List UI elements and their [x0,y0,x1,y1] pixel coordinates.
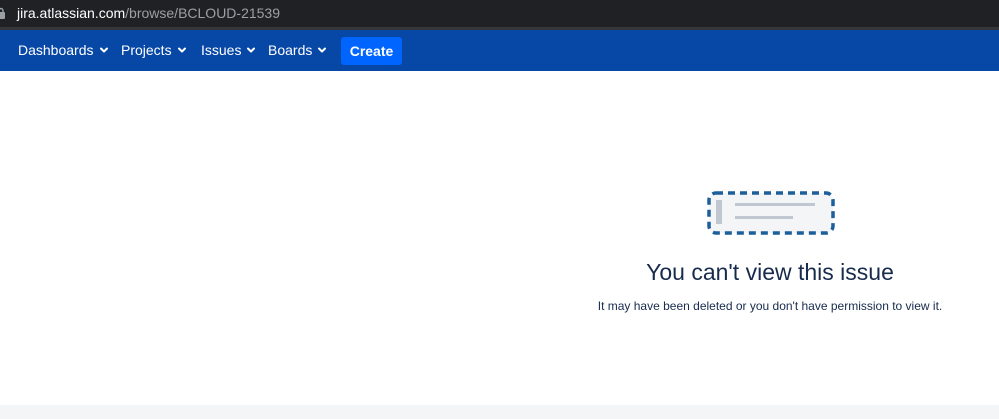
page-message: It may have been deleted or you don't ha… [597,299,943,313]
url-path: /browse/BCLOUD-21539 [125,5,281,21]
create-button[interactable]: Create [341,37,402,65]
main-content [0,71,999,405]
chevron-down-icon [318,47,327,53]
browser-address-bar[interactable]: jira.atlassian.com/browse/BCLOUD-21539 [0,0,999,27]
top-navigation-bar: Dashboards Projects Issues Boards Create [0,30,999,71]
chevron-down-icon [177,47,186,53]
nav-projects-label: Projects [121,42,172,58]
nav-boards-menu[interactable]: Boards [268,30,327,71]
chevron-down-icon [99,47,108,53]
lock-icon [0,7,5,19]
nav-dashboards-menu[interactable]: Dashboards [18,30,109,71]
url-text[interactable]: jira.atlassian.com/browse/BCLOUD-21539 [17,5,280,21]
chevron-down-icon [247,47,256,53]
nav-dashboards-label: Dashboards [18,42,94,58]
nav-projects-menu[interactable]: Projects [121,30,187,71]
nav-issues-menu[interactable]: Issues [201,30,256,71]
url-domain: jira.atlassian.com [17,5,126,21]
page-title: You can't view this issue [646,259,894,285]
page-footer [0,405,999,419]
issue-placeholder-icon [707,191,835,235]
nav-boards-label: Boards [268,42,313,58]
nav-issues-label: Issues [201,42,242,58]
